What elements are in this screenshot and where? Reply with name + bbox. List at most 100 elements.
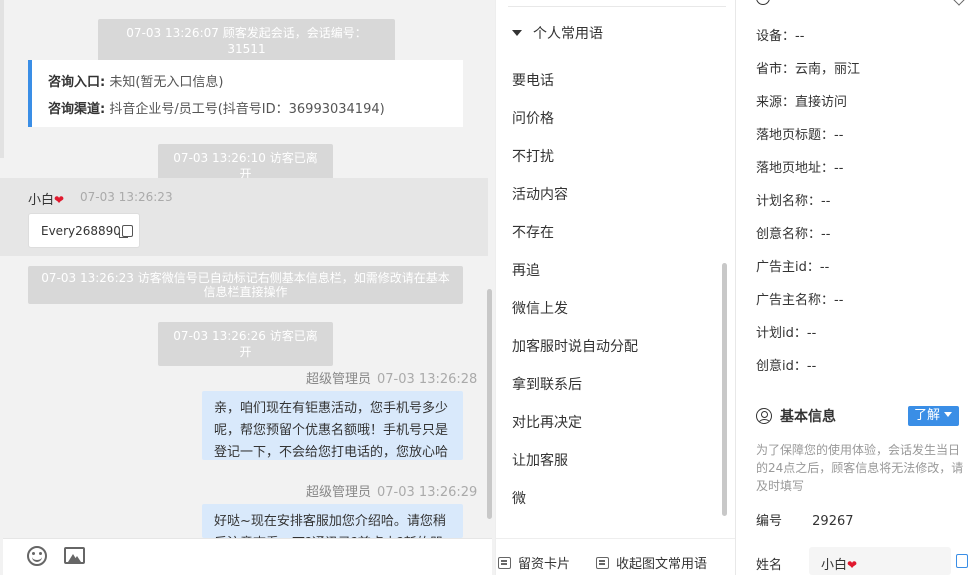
personal-phrases-header[interactable]: 个人常用语 (512, 23, 603, 43)
consult-entry-row: 咨询入口: 未知(暂无入口信息) (48, 69, 463, 96)
agent-name: 超级管理员 (306, 372, 372, 387)
info-label: 落地页标题： (756, 128, 835, 143)
info-row-plan-name: 计划名称：-- (756, 190, 830, 209)
info-row-region: 省市：云南，丽江 (756, 58, 860, 77)
customer-name-label: 姓名 (756, 558, 783, 573)
customer-id-value: 29267 (812, 514, 854, 529)
info-value: -- (834, 161, 844, 176)
system-message-wechat-marked: 07-03 13:26:23 访客微信号已自动标记右侧基本信息栏，如需修改请在基… (28, 266, 463, 304)
info-label: 省市： (756, 62, 796, 77)
customer-info-panel: 设备：-- 省市：云南，丽江 来源：直接访问 落地页标题：-- 落地页地址：--… (735, 0, 978, 575)
heart-icon: ❤ (54, 193, 65, 207)
system-message-session-start: 07-03 13:26:07 顾客发起会话，会话编号：31511 (98, 19, 395, 63)
chat-panel: 07-03 13:26:07 顾客发起会话，会话编号：31511 咨询入口: 未… (0, 0, 495, 575)
info-row-device: 设备：-- (756, 25, 804, 44)
edit-icon[interactable] (956, 554, 968, 568)
consult-entry-label: 咨询入口: (48, 75, 106, 90)
phrase-item[interactable]: 让加客服 (512, 450, 568, 470)
wechat-id-card[interactable]: Every268890 (28, 213, 140, 248)
customer-id-label: 编号 (756, 514, 783, 529)
agent-message-time: 07-03 13:26:29 (377, 485, 478, 500)
info-value: -- (819, 260, 830, 275)
basic-info-title: 基本信息 (756, 406, 836, 426)
learn-more-label: 了解 (914, 408, 941, 423)
info-row-source: 来源：直接访问 (756, 91, 847, 110)
personal-phrases-title: 个人常用语 (533, 26, 603, 42)
agent-name: 超级管理员 (306, 485, 372, 500)
info-value: -- (795, 29, 805, 44)
info-row-plan-id: 计划id：-- (756, 322, 816, 341)
consult-channel-value: 抖音企业号/员工号(抖音号ID：36993034194) (109, 102, 385, 117)
info-row-landing-url: 落地页地址：-- (756, 157, 843, 176)
info-label: 设备： (756, 29, 796, 44)
phrase-item[interactable]: 不存在 (512, 222, 554, 242)
leave-card-button[interactable]: 留资卡片 (498, 553, 570, 572)
leave-card-label: 留资卡片 (518, 557, 571, 572)
info-value: -- (821, 194, 831, 209)
divider (508, 6, 726, 7)
chevron-down-icon[interactable] (953, 0, 965, 6)
info-row-landing-title: 落地页标题：-- (756, 124, 843, 143)
common-phrases-panel: 个人常用语 要电话 问价格 不打扰 活动内容 不存在 再追 微信上发 加客服时说… (495, 0, 736, 575)
edit-notice: 为了保障您的使用体验，会话发生当日的24点之后，顾客信息将无法修改，请及时填写 (756, 443, 964, 493)
info-label: 计划id： (756, 326, 807, 341)
info-label: 创意名称： (756, 227, 822, 242)
info-label: 广告主名称： (756, 293, 835, 308)
visitor-message-time: 07-03 13:26:23 (80, 190, 173, 204)
image-icon[interactable] (64, 547, 85, 564)
phrases-toolbar: 留资卡片 收起图文常用语 (496, 538, 736, 575)
info-label: 来源： (756, 95, 796, 110)
consult-entry-value: 未知(暂无入口信息) (109, 75, 224, 90)
agent-message-header: 超级管理员 07-03 13:26:28 (306, 368, 477, 387)
visitor-name: 小白❤ (28, 189, 64, 208)
info-value: -- (834, 293, 844, 308)
copy-icon[interactable] (118, 225, 133, 238)
wechat-id-text: Every268890 (41, 224, 121, 238)
agent-message-bubble: 亲，咱们现在有钜惠活动，您手机号多少呢，帮您预留个优惠名额哦！手机号只是登记一下… (202, 391, 463, 460)
phrase-item[interactable]: 对比再决定 (512, 412, 582, 432)
info-value: -- (821, 227, 831, 242)
phrase-item[interactable]: 再追 (512, 260, 540, 280)
phrase-item[interactable]: 要电话 (512, 70, 554, 90)
info-label: 落地页地址： (756, 161, 835, 176)
info-label: 计划名称： (756, 194, 822, 209)
emoji-icon[interactable] (27, 546, 47, 566)
consult-channel-row: 咨询渠道: 抖音企业号/员工号(抖音号ID：36993034194) (48, 96, 463, 123)
card-icon (498, 557, 511, 569)
info-row-creative-id: 创意id：-- (756, 355, 816, 374)
consult-channel-label: 咨询渠道: (48, 102, 106, 117)
customer-name-field[interactable]: 小白❤ (809, 547, 951, 575)
circle-icon (756, 0, 770, 5)
agent-message-header: 超级管理员 07-03 13:26:29 (306, 481, 477, 500)
info-value: -- (806, 359, 817, 374)
phrase-item[interactable]: 微 (512, 488, 526, 508)
visitor-name-text: 小白 (28, 193, 55, 208)
phrase-item[interactable]: 拿到联系后 (512, 374, 582, 394)
phrase-item[interactable]: 问价格 (512, 108, 554, 128)
info-value: 直接访问 (795, 95, 848, 110)
phrase-item[interactable]: 不打扰 (512, 146, 554, 166)
info-value: 云南，丽江 (795, 62, 861, 77)
info-row-creative-name: 创意名称：-- (756, 223, 830, 242)
phrase-item[interactable]: 微信上发 (512, 298, 568, 318)
collapse-phrases-button[interactable]: 收起图文常用语 (596, 553, 707, 572)
phrase-item[interactable]: 加客服时说自动分配 (512, 336, 638, 356)
learn-more-button[interactable]: 了解 (908, 406, 959, 426)
caret-down-icon (512, 30, 522, 36)
collapse-phrases-label: 收起图文常用语 (616, 557, 708, 572)
heart-icon: ❤ (847, 558, 858, 572)
section-header-partial (756, 0, 778, 9)
customer-name-value: 小白 (821, 558, 848, 573)
agent-message-time: 07-03 13:26:28 (377, 372, 478, 387)
info-label: 广告主id： (756, 260, 820, 275)
phrases-scrollbar[interactable] (722, 263, 727, 516)
agent-message-bubble: 好哒~现在安排客服加您介绍哈。请您稍后注意查看，下?通讯录?首点击?新的朋友 (202, 504, 463, 538)
info-row-advertiser-id: 广告主id：-- (756, 256, 829, 275)
chat-input-toolbar (3, 538, 492, 575)
chat-left-edge (0, 0, 4, 158)
caret-down-icon (944, 412, 953, 417)
phrase-item[interactable]: 活动内容 (512, 184, 568, 204)
customer-id-row: 编号 29267 (756, 510, 854, 529)
chat-scrollbar[interactable] (487, 289, 492, 519)
info-value: -- (834, 128, 844, 143)
